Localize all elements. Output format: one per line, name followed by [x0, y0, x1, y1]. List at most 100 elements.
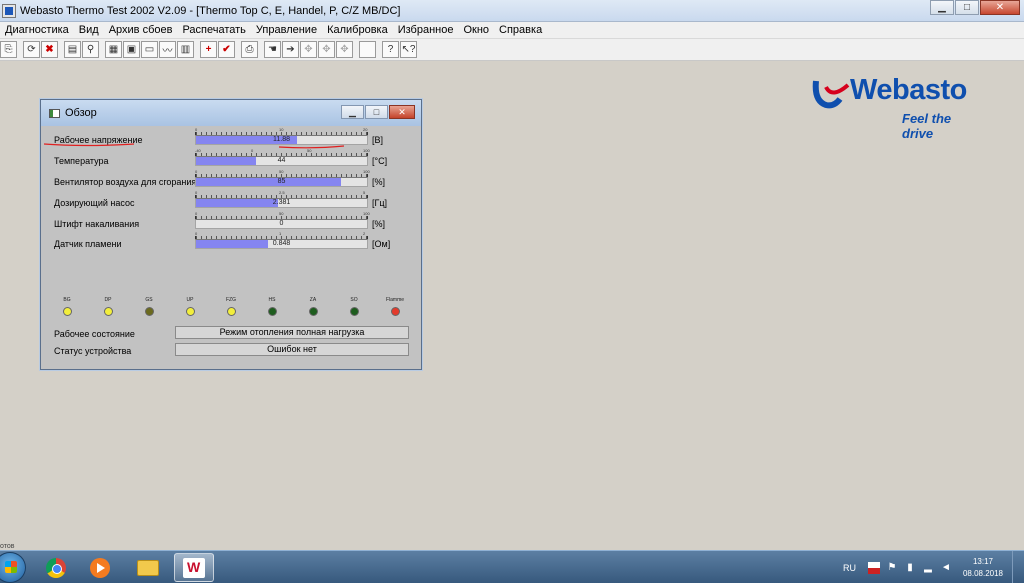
app-icon	[2, 3, 16, 18]
window-icon[interactable]: ▣	[123, 41, 140, 58]
battery-icon[interactable]: ▮	[904, 562, 916, 574]
add-icon[interactable]: +	[200, 41, 217, 58]
taskbar-chrome[interactable]	[36, 553, 76, 582]
param-value: 2.381	[272, 199, 291, 206]
maximize-button[interactable]: □	[955, 0, 979, 15]
indicator-label: FZG	[226, 297, 236, 303]
indicator-led	[267, 307, 277, 316]
webasto-app-icon	[183, 557, 205, 578]
param-unit: [%]	[372, 177, 386, 187]
open-icon[interactable]: ⎘	[0, 41, 17, 58]
list-icon[interactable]: ▦	[105, 41, 122, 58]
red-underline-mark	[44, 143, 344, 149]
volume-icon[interactable]: ◄	[940, 562, 952, 574]
indicator-led	[62, 307, 72, 316]
param-row: Температура -40 0 50 100 44 [°C]	[54, 148, 414, 168]
param-value: 85	[277, 178, 286, 185]
overview-dialog: Обзор ▁ □ ✕ Рабочее напряжение 0 10 20 11.88…	[40, 99, 422, 370]
logo-brand: Webasto	[850, 74, 967, 106]
move-alt-icon[interactable]: ✥	[318, 41, 335, 58]
indicator-label: Flamme	[385, 297, 405, 303]
dialog-title: Обзор	[65, 107, 97, 119]
param-label: Дозирующий насос	[54, 198, 135, 208]
param-row: Датчик пламени 0 1 2 0.848 [Ом]	[54, 231, 414, 251]
menu-calibration[interactable]: Калибровка	[322, 24, 393, 36]
menu-diagnostics[interactable]: Диагностика	[0, 24, 74, 36]
network-icon[interactable]: ▂	[922, 562, 934, 574]
param-unit: [Гц]	[372, 198, 388, 208]
media-player-icon	[90, 557, 110, 578]
param-unit: [В]	[372, 135, 384, 145]
param-scale: 0 10 20	[195, 127, 368, 135]
dialog-minimize-button[interactable]: ▁	[341, 105, 364, 119]
document-icon[interactable]: ▤	[64, 41, 81, 58]
indicator-led	[144, 307, 154, 316]
printer-icon[interactable]: ⎙	[241, 41, 258, 58]
menu-help[interactable]: Справка	[494, 24, 547, 36]
help-icon[interactable]: ?	[382, 41, 399, 58]
sheet-icon[interactable]: ▭	[141, 41, 158, 58]
param-scale: 0 50 100	[195, 169, 370, 177]
taskbar: RU ⚑ ▮ ▂ ◄ 13:17 08.08.2018	[0, 550, 1024, 583]
param-bar: 44	[195, 156, 368, 166]
check-icon[interactable]: ✔	[218, 41, 235, 58]
dialog-controls: ▁ □ ✕	[340, 105, 415, 119]
operating-state-label: Рабочее состояние	[54, 329, 135, 339]
flag-icon[interactable]	[868, 561, 880, 574]
indicator-label: SO	[350, 297, 358, 303]
logo-tagline: Feel the drive	[902, 111, 952, 141]
move-third-icon[interactable]: ✥	[336, 41, 353, 58]
indicator-led	[185, 307, 195, 316]
dialog-maximize-button[interactable]: □	[365, 105, 388, 119]
search-icon[interactable]: ⚲	[82, 41, 99, 58]
menu-window[interactable]: Окно	[458, 24, 494, 36]
taskbar-explorer[interactable]	[128, 553, 168, 582]
menu-print[interactable]: Распечатать	[177, 24, 250, 36]
indicator-label: UP	[186, 297, 194, 303]
system-tray: RU ⚑ ▮ ▂ ◄ 13:17 08.08.2018	[843, 551, 1024, 583]
clock[interactable]: 13:17 08.08.2018	[958, 556, 1008, 580]
taskbar-webasto-app[interactable]	[174, 553, 214, 582]
blank-icon[interactable]	[359, 41, 376, 58]
move-icon[interactable]: ✥	[300, 41, 317, 58]
operating-state-value: Режим отопления полная нагрузка	[175, 326, 409, 339]
taskbar-media-player[interactable]	[80, 553, 120, 582]
param-scale: 0 2.5 5	[195, 190, 368, 198]
param-label: Вентилятор воздуха для сгорания	[54, 177, 197, 187]
menu-view[interactable]: Вид	[74, 24, 104, 36]
context-help-icon[interactable]: ↖?	[400, 41, 417, 58]
panel-icon[interactable]: ▥	[177, 41, 194, 58]
status-text: отов	[0, 543, 15, 550]
menu-fault-archive[interactable]: Архив сбоев	[104, 24, 178, 36]
close-button[interactable]: ✕	[980, 0, 1020, 15]
dialog-title-bar: Обзор ▁ □ ✕	[41, 100, 421, 126]
clock-time: 13:17	[972, 556, 994, 566]
indicator-dp: DP	[93, 297, 123, 316]
toolbar: ⎘ ⟳ ✖ ▤ ⚲ ▦ ▣ ▭ 〰 ▥ + ✔ ⎙ ☚ ➔ ✥ ✥ ✥ ? ↖?	[0, 39, 1024, 61]
stop-icon[interactable]: ✖	[41, 41, 58, 58]
action-center-icon[interactable]: ⚑	[886, 562, 898, 574]
indicator-led	[349, 307, 359, 316]
dialog-close-button[interactable]: ✕	[389, 105, 415, 119]
refresh-icon[interactable]: ⟳	[23, 41, 40, 58]
show-desktop-button[interactable]	[1012, 551, 1024, 583]
title-bar: Webasto Thermo Test 2002 V2.09 - [Thermo…	[0, 0, 1024, 22]
hand-icon[interactable]: ☚	[264, 41, 281, 58]
chrome-icon	[46, 557, 66, 578]
menu-control[interactable]: Управление	[251, 24, 322, 36]
indicator-so: SO	[339, 297, 369, 316]
device-status-row: Статус устройства Ошибок нет	[54, 343, 414, 358]
minimize-button[interactable]: ▁	[930, 0, 954, 15]
arrow-right-icon[interactable]: ➔	[282, 41, 299, 58]
param-row: Штифт накаливания 0 50 100 0 [%]	[54, 211, 414, 231]
start-button[interactable]	[0, 552, 26, 583]
menu-favorites[interactable]: Избранное	[393, 24, 459, 36]
graph-icon[interactable]: 〰	[159, 41, 176, 58]
indicator-label: HS	[268, 297, 276, 303]
indicator-fzg: FZG	[216, 297, 246, 316]
param-scale: 012	[195, 231, 368, 239]
indicator-label: ZA	[309, 297, 317, 303]
param-label: Датчик пламени	[54, 239, 122, 249]
language-indicator[interactable]: RU	[843, 563, 856, 573]
indicator-label: DP	[104, 297, 112, 303]
